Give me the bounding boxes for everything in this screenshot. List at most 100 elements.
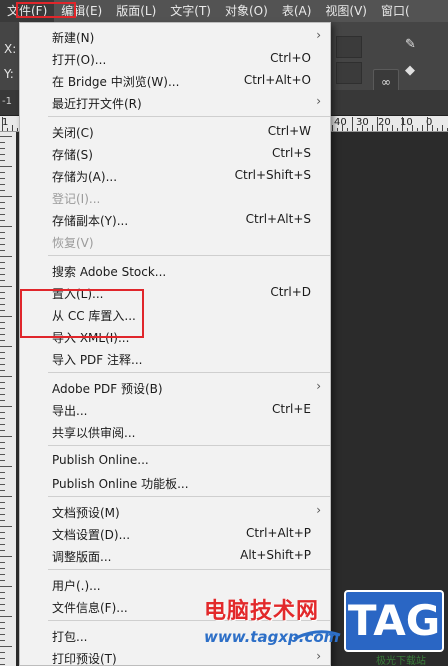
menu-item-shortcut: Ctrl+W <box>267 124 311 138</box>
menu-item[interactable]: 存储为(A)... Ctrl+Shift+S <box>20 165 330 187</box>
menu-view[interactable]: 视图(V) <box>318 0 374 22</box>
width-field[interactable] <box>336 36 362 58</box>
ruler-tick <box>367 128 368 131</box>
menu-item-label: 搜索 Adobe Stock... <box>52 265 167 279</box>
ruler-tick <box>0 574 5 575</box>
ruler-tick <box>0 190 5 191</box>
ruler-tick <box>0 274 5 275</box>
menu-item-label: 打印预设(T) <box>52 652 117 666</box>
eraser-icon[interactable]: ◆ <box>405 63 415 78</box>
menu-item-label: 调整版面... <box>52 550 112 564</box>
ruler-tick <box>0 214 5 215</box>
ruler-tick <box>0 604 5 605</box>
ruler-tick <box>0 166 12 167</box>
ruler-tick <box>392 125 393 131</box>
menu-type[interactable]: 文字(T) <box>163 0 218 22</box>
ruler-tick <box>0 232 5 233</box>
ruler-tick <box>0 418 5 419</box>
menu-item[interactable]: 新建(N) › <box>20 26 330 48</box>
ruler-tick <box>352 117 353 131</box>
menu-separator <box>48 445 330 446</box>
watermark-logo: TAG <box>344 590 444 652</box>
ruler-tick <box>0 658 5 659</box>
menu-item-label: 导入 PDF 注释... <box>52 353 143 367</box>
menu-item-label: 文件信息(F)... <box>52 601 128 615</box>
ruler-tick <box>427 117 428 131</box>
ruler-tick <box>432 125 433 131</box>
menu-item[interactable]: 搜索 Adobe Stock... <box>20 260 330 282</box>
ruler-tick <box>0 304 5 305</box>
ruler-tick <box>0 598 5 599</box>
menu-item[interactable]: Publish Online... <box>20 450 330 472</box>
ruler-tick <box>0 160 5 161</box>
menu-item[interactable]: 存储(S) Ctrl+S <box>20 143 330 165</box>
ruler-tick <box>0 556 12 557</box>
ruler-tick <box>0 466 12 467</box>
menu-layout[interactable]: 版面(L) <box>109 0 163 22</box>
menu-item[interactable]: 文档预设(M) › <box>20 501 330 523</box>
menu-item[interactable]: 打开(O)... Ctrl+O <box>20 48 330 70</box>
ruler-tick <box>0 544 5 545</box>
watermark-small-text: 极光下载站 <box>376 656 426 666</box>
menu-item-label: 用户(.)... <box>52 579 101 593</box>
menu-item[interactable]: 在 Bridge 中浏览(W)... Ctrl+Alt+O <box>20 70 330 92</box>
ruler-tick <box>0 436 12 437</box>
menu-item-label: 共享以供审阅... <box>52 426 136 440</box>
ruler-tick <box>402 117 403 131</box>
menu-item-label: Publish Online 功能板... <box>52 477 189 491</box>
menu-table[interactable]: 表(A) <box>275 0 319 22</box>
ruler-tick <box>0 298 5 299</box>
menu-item-label: 新建(N) <box>52 31 95 45</box>
menu-item[interactable]: 打印预设(T) › <box>20 647 330 666</box>
ruler-tick <box>0 328 5 329</box>
menu-item-shortcut: Ctrl+Alt+O <box>243 73 311 87</box>
ruler-tick <box>0 640 5 641</box>
ruler-tick <box>0 364 5 365</box>
ruler-tick <box>0 634 5 635</box>
ruler-tick <box>0 256 12 257</box>
ruler-tick <box>0 550 5 551</box>
ruler-tick <box>0 592 5 593</box>
ruler-tick <box>0 340 5 341</box>
ruler-tick <box>0 376 12 377</box>
menu-item-label: 打包... <box>52 630 88 644</box>
ruler-tick <box>372 125 373 131</box>
menu-item[interactable]: 文档设置(D)... Ctrl+Alt+P <box>20 523 330 545</box>
menu-item[interactable]: 存储副本(Y)... Ctrl+Alt+S <box>20 209 330 231</box>
menu-item-shortcut: Ctrl+Alt+P <box>246 526 311 540</box>
menu-item[interactable]: 导入 PDF 注释... <box>20 348 330 370</box>
menu-separator <box>48 372 330 373</box>
submenu-arrow-icon: › <box>316 94 321 108</box>
menu-item-label: 关闭(C) <box>52 126 94 140</box>
menu-item-shortcut: Alt+Shift+P <box>240 548 311 562</box>
menu-item-label: Adobe PDF 预设(B) <box>52 382 163 396</box>
menu-item[interactable]: 共享以供审阅... <box>20 421 330 443</box>
menu-item[interactable]: 调整版面... Alt+Shift+P <box>20 545 330 567</box>
ruler-tick <box>0 358 5 359</box>
menu-item[interactable]: 导出... Ctrl+E <box>20 399 330 421</box>
watermark-swoosh-icon <box>293 630 341 641</box>
menu-item[interactable]: 最近打开文件(R) › <box>20 92 330 114</box>
file-menu-dropdown: 新建(N) › 打开(O)... Ctrl+O 在 Bridge 中浏览(W)... Ct… <box>19 22 331 666</box>
menu-item[interactable]: Publish Online 功能板... <box>20 472 330 494</box>
menu-item[interactable]: Adobe PDF 预设(B) › <box>20 377 330 399</box>
ruler-tick <box>0 502 5 503</box>
ruler-tick <box>0 334 5 335</box>
menu-item[interactable]: 关闭(C) Ctrl+W <box>20 121 330 143</box>
menu-window[interactable]: 窗口( <box>374 0 417 22</box>
ruler-tick <box>0 370 5 371</box>
ruler-tick <box>0 172 5 173</box>
file-menu-highlight-box <box>16 2 76 18</box>
ruler-tick <box>0 238 5 239</box>
menu-object[interactable]: 对象(O) <box>218 0 275 22</box>
ruler-tick <box>0 568 5 569</box>
tab-label: -1 <box>2 96 12 107</box>
menu-item: 恢复(V) <box>20 231 330 253</box>
pen-icon[interactable]: ✎ <box>405 37 416 52</box>
ruler-tick <box>397 128 398 131</box>
ruler-tick <box>0 562 5 563</box>
watermark-text: 电脑技术网 <box>204 599 320 624</box>
menu-separator <box>48 255 330 256</box>
ruler-tick <box>0 394 5 395</box>
height-field[interactable] <box>336 62 362 84</box>
